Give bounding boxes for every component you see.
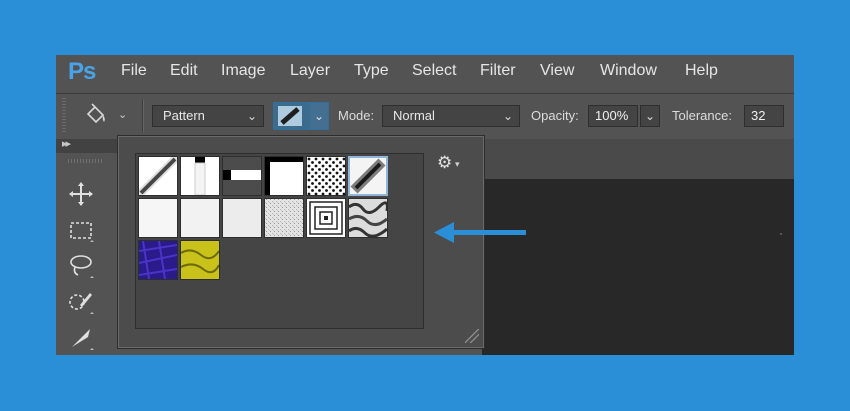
pattern-swatch-concentric-squares[interactable] xyxy=(306,198,346,238)
tolerance-input[interactable]: 32 xyxy=(744,105,784,127)
document-tab-strip xyxy=(482,139,794,180)
chevron-down-icon: ⌄ xyxy=(246,109,257,123)
pattern-swatch-vertical-bar[interactable] xyxy=(180,156,220,196)
canvas-dot xyxy=(780,233,782,235)
pattern-picker-button[interactable]: ⌄ xyxy=(273,102,329,130)
pattern-swatch-diagonal-line[interactable] xyxy=(138,156,178,196)
menu-image[interactable]: Image xyxy=(221,62,265,80)
pattern-swatch-white-texture-3[interactable] xyxy=(222,198,262,238)
opacity-label: Opacity: xyxy=(531,108,579,123)
menu-bar: Ps File Edit Image Layer Type Select Fil… xyxy=(56,55,794,89)
gear-icon[interactable]: ⚙ xyxy=(437,153,452,173)
pattern-swatch-diagonal-selected[interactable] xyxy=(348,156,388,196)
opacity-value: 100% xyxy=(595,108,629,123)
pattern-swatch-yellow-texture[interactable] xyxy=(180,240,220,280)
lasso-tool-icon[interactable] xyxy=(66,251,96,281)
marquee-tool-icon[interactable] xyxy=(66,215,96,245)
pattern-swatch-grain-texture[interactable] xyxy=(264,198,304,238)
divider xyxy=(142,100,144,132)
menu-filter[interactable]: Filter xyxy=(480,62,516,80)
mode-value: Normal xyxy=(393,108,435,123)
menu-window[interactable]: Window xyxy=(600,62,657,80)
menu-file[interactable]: File xyxy=(121,62,147,80)
mode-label: Mode: xyxy=(338,108,375,123)
pattern-swatch-blue-texture[interactable] xyxy=(138,240,178,280)
pattern-swatch-horizontal-bar[interactable] xyxy=(222,156,262,196)
menu-help[interactable]: Help xyxy=(685,62,718,80)
canvas-area[interactable] xyxy=(482,179,794,355)
menu-edit[interactable]: Edit xyxy=(170,62,198,80)
chevron-down-icon[interactable]: ⌄ xyxy=(309,103,328,129)
pattern-swatch-dots[interactable] xyxy=(306,156,346,196)
opacity-input[interactable]: 100% xyxy=(588,105,638,127)
menu-view[interactable]: View xyxy=(540,62,574,80)
crop-tool-icon[interactable] xyxy=(66,323,96,353)
tolerance-value: 32 xyxy=(751,108,766,123)
tools-grip[interactable] xyxy=(68,159,102,163)
options-bar: ⌄ Pattern ⌄ ⌄ Mode: Normal ⌄ Opacity: 10… xyxy=(56,93,794,138)
move-tool-icon[interactable] xyxy=(66,179,96,209)
pattern-swatch-white-texture-2[interactable] xyxy=(180,198,220,238)
mode-dropdown[interactable]: Normal ⌄ xyxy=(382,105,520,127)
collapse-icon[interactable]: ▸▸ xyxy=(62,137,71,150)
fill-source-value: Pattern xyxy=(163,108,205,123)
pattern-grid xyxy=(135,153,424,329)
pattern-thumbnail xyxy=(278,106,302,126)
menu-type[interactable]: Type xyxy=(354,62,389,80)
tools-panel-header[interactable]: ▸▸ xyxy=(56,137,118,153)
menu-layer[interactable]: Layer xyxy=(290,62,330,80)
chevron-down-icon: ⌄ xyxy=(502,109,513,123)
tool-preset-chevron-icon[interactable]: ⌄ xyxy=(118,108,127,121)
resize-grip-icon[interactable] xyxy=(465,329,479,343)
opacity-chevron-icon[interactable]: ⌄ xyxy=(640,105,660,127)
fill-source-dropdown[interactable]: Pattern ⌄ xyxy=(152,105,264,127)
options-grip[interactable] xyxy=(62,98,66,134)
pattern-swatch-crumpled-texture[interactable] xyxy=(348,198,388,238)
pattern-swatch-corner-frame[interactable] xyxy=(264,156,304,196)
chevron-down-icon[interactable]: ▾ xyxy=(455,159,460,170)
tolerance-label: Tolerance: xyxy=(672,108,732,123)
annotation-arrow-icon xyxy=(434,222,526,243)
pattern-swatch-white-texture-1[interactable] xyxy=(138,198,178,238)
quick-selection-tool-icon[interactable] xyxy=(66,287,96,317)
paint-bucket-icon[interactable] xyxy=(82,102,110,130)
menu-select[interactable]: Select xyxy=(412,62,456,80)
photoshop-window: Ps File Edit Image Layer Type Select Fil… xyxy=(56,55,794,355)
ps-logo: Ps xyxy=(68,58,96,85)
pattern-picker-panel: ⚙ ▾ xyxy=(118,136,484,348)
